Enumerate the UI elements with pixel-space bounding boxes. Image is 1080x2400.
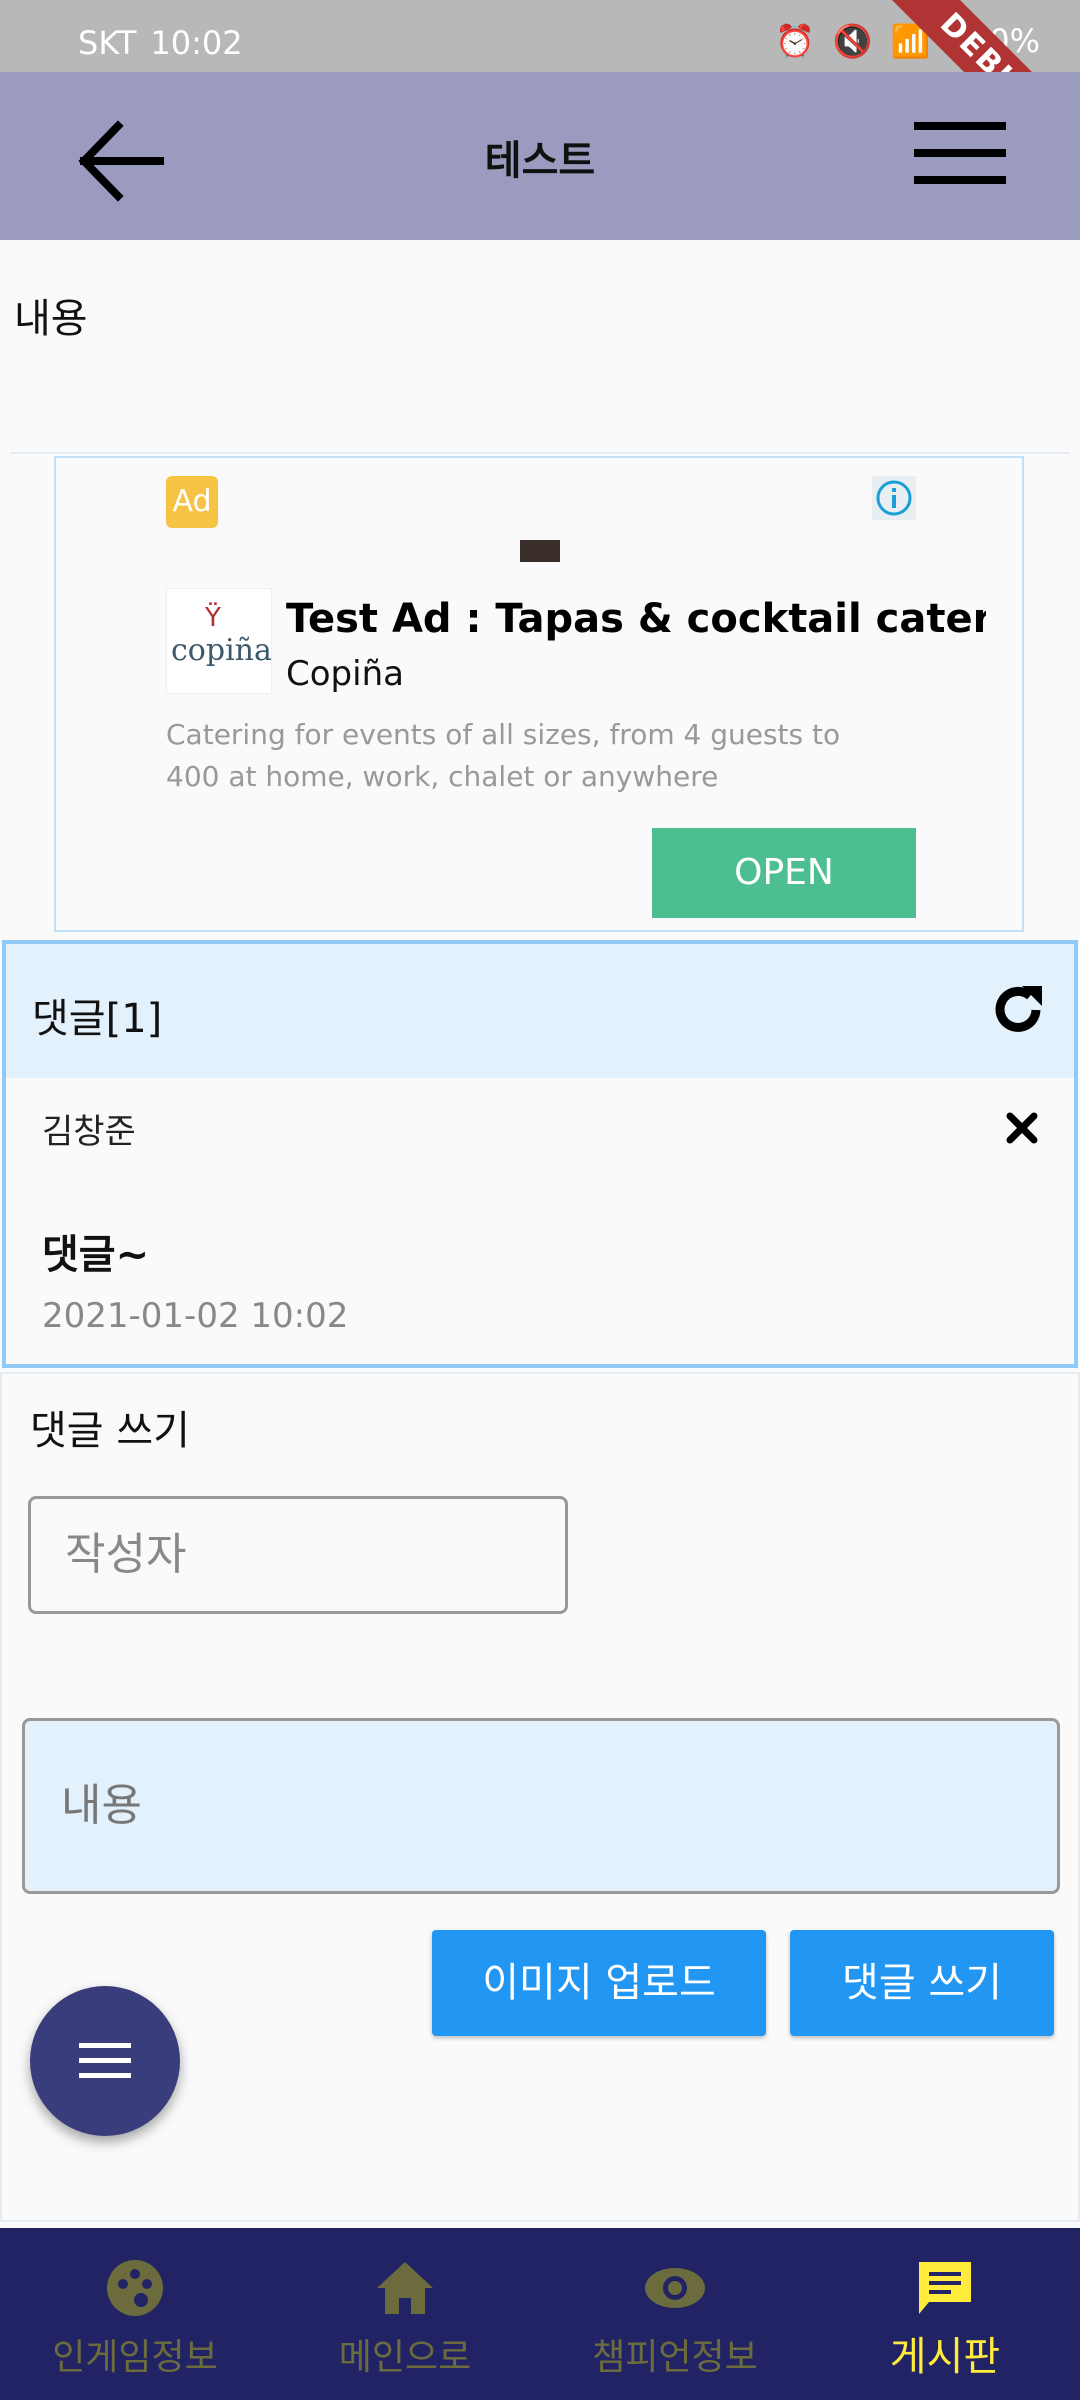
comments-count: 댓글[1] — [32, 996, 163, 1042]
nav-item-board[interactable]: 게시판 — [810, 2228, 1080, 2400]
post-content: 내용 — [14, 296, 88, 342]
clock: 10:02 — [150, 24, 243, 62]
eye-icon — [645, 2268, 705, 2308]
info-icon[interactable] — [872, 476, 916, 520]
ad-headline[interactable]: Test Ad : Tapas & cocktail cater… — [286, 596, 986, 642]
nav-label: 인게임정보 — [52, 2337, 218, 2378]
nav-item-ingame-info[interactable]: 인게임정보 — [0, 2228, 270, 2400]
logo-text: copiña — [171, 633, 272, 668]
advertiser-logo: Ÿ copiña — [166, 588, 272, 694]
carrier-label: SKT — [78, 24, 137, 62]
nav-label: 게시판 — [889, 2334, 1001, 2380]
content-input[interactable]: 내용 — [22, 1718, 1060, 1894]
nav-label: 챔피언정보 — [592, 2337, 758, 2378]
comment-date: 2021-01-02 10:02 — [42, 1296, 349, 1336]
mute-icon: 🔇 — [832, 22, 873, 60]
refresh-icon[interactable] — [988, 980, 1048, 1040]
alarm-icon: ⏰ — [774, 22, 815, 60]
image-upload-button[interactable]: 이미지 업로드 — [432, 1930, 766, 2036]
menu-icon — [79, 2043, 131, 2078]
bottom-navigation: 인게임정보 메인으로 챔피언정보 게시판 — [0, 2228, 1080, 2400]
ad-badge: Ad — [166, 476, 218, 528]
menu-icon[interactable] — [914, 118, 1006, 188]
ad-media-thumbnail — [520, 540, 560, 562]
delete-comment-icon[interactable] — [1004, 1110, 1040, 1146]
ad-open-button[interactable]: OPEN — [652, 828, 916, 918]
author-input[interactable]: 작성자 — [28, 1496, 568, 1614]
palette-icon — [107, 2260, 163, 2316]
ad-body: Catering for events of all sizes, from 4… — [166, 718, 841, 793]
comment-author: 김창준 — [42, 1112, 136, 1152]
nav-item-champion-info[interactable]: 챔피언정보 — [540, 2228, 810, 2400]
ad-advertiser: Copiña — [286, 654, 404, 694]
nav-label: 메인으로 — [338, 2337, 472, 2378]
home-icon — [377, 2262, 433, 2314]
submit-comment-button[interactable]: 댓글 쓰기 — [790, 1930, 1054, 2036]
native-ad[interactable]: Ad Ÿ copiña Test Ad : Tapas & cocktail c… — [54, 456, 1024, 932]
comments-panel: 댓글[1] 김창준 댓글~ 2021-01-02 10:02 — [2, 940, 1078, 1368]
logo-mark-icon: Ÿ — [205, 603, 221, 633]
fab-menu-button[interactable] — [30, 1986, 180, 2136]
app-bar: 테스트 — [0, 72, 1080, 240]
status-bar: SKT 10:02 ⏰ 🔇 📶 100% DEBUG — [0, 0, 1080, 195]
comments-header: 댓글[1] — [6, 944, 1074, 1078]
chat-icon — [919, 2262, 971, 2314]
nav-item-main[interactable]: 메인으로 — [270, 2228, 540, 2400]
write-comment-title: 댓글 쓰기 — [30, 1408, 190, 1454]
divider — [10, 452, 1070, 454]
comment-text: 댓글~ — [42, 1232, 150, 1278]
